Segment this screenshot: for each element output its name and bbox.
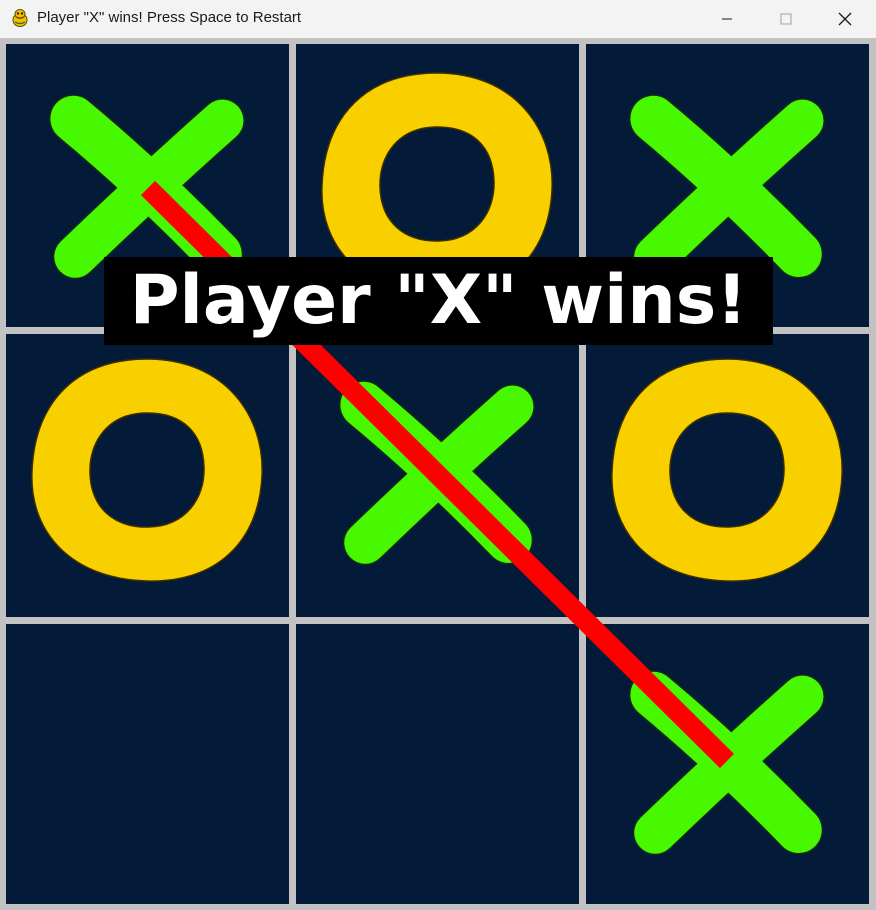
title-bar[interactable]: Player "X" wins! Press Space to Restart <box>0 0 876 38</box>
game-window: Player "X" wins! Press Space to Restart <box>0 0 876 910</box>
close-button[interactable] <box>816 0 874 38</box>
o-mark-1-0 <box>31 358 263 582</box>
window-title: Player "X" wins! Press Space to Restart <box>37 9 302 26</box>
win-banner: Player "X" wins! <box>104 257 773 345</box>
minimize-button[interactable] <box>698 0 756 38</box>
game-board[interactable]: Player "X" wins! <box>0 38 876 910</box>
pygame-snake-icon <box>12 9 28 27</box>
x-mark-0-2 <box>628 94 825 280</box>
maximize-button[interactable] <box>757 0 815 38</box>
maximize-icon <box>780 13 792 25</box>
board-marks-layer <box>31 72 843 856</box>
close-icon <box>838 12 852 26</box>
o-mark-1-2 <box>611 358 843 582</box>
win-message: Player "X" wins! <box>129 261 748 340</box>
minimize-icon <box>722 18 732 20</box>
